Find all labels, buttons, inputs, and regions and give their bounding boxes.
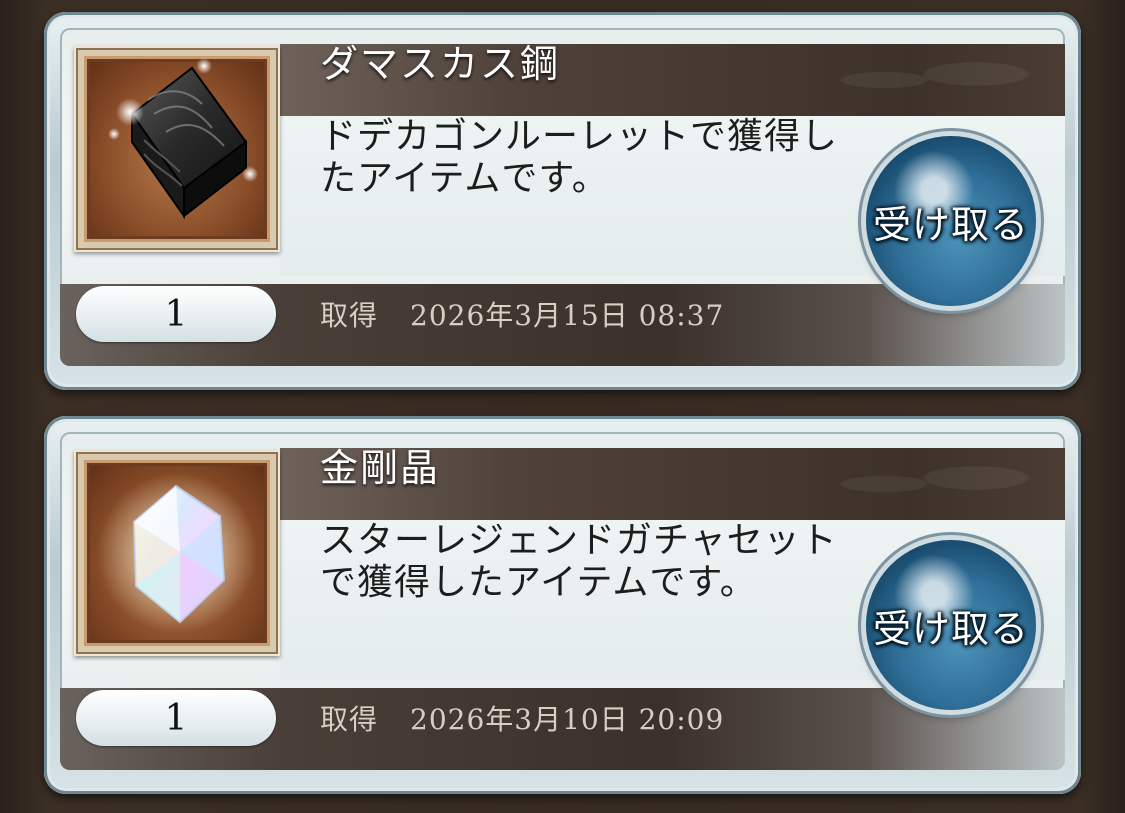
item-quantity: 1 [76,690,276,746]
decorative-ornament [815,50,1045,110]
item-name: 金剛晶 [320,446,441,490]
acquired-info: 取得 2026年3月10日 20:09 [320,698,724,738]
acquired-date: 2026年3月15日 08:37 [410,299,725,332]
acquired-info: 取得 2026年3月15日 08:37 [320,294,724,334]
gift-item-card: ダマスカス鋼 ドデカゴンルーレットで獲得したアイテムです。 1 取得 2026年3… [44,12,1081,390]
adamantine-crystal-icon [84,460,270,646]
gift-item-card: 金剛晶 スターレジェンドガチャセットで獲得したアイテムです。 1 取得 2026年… [44,416,1081,794]
item-thumbnail [74,450,280,656]
item-description: スターレジェンドガチャセットで獲得したアイテムです。 [320,520,838,603]
gift-item-list: ダマスカス鋼 ドデカゴンルーレットで獲得したアイテムです。 1 取得 2026年3… [0,0,1125,813]
ingot-graphic [108,58,258,220]
receive-button[interactable]: 受け取る [866,136,1036,306]
item-quantity: 1 [76,286,276,342]
acquired-date: 2026年3月10日 20:09 [410,703,725,736]
receive-button[interactable]: 受け取る [866,540,1036,710]
item-thumbnail [74,46,280,252]
acquired-label: 取得 [320,703,379,736]
item-description: ドデカゴンルーレットで獲得したアイテムです。 [320,116,839,199]
decorative-ornament [815,454,1045,514]
damascus-steel-ingot-icon [84,56,270,242]
item-name: ダマスカス鋼 [320,42,561,86]
acquired-label: 取得 [320,299,379,332]
crystal-graphic [97,473,257,633]
